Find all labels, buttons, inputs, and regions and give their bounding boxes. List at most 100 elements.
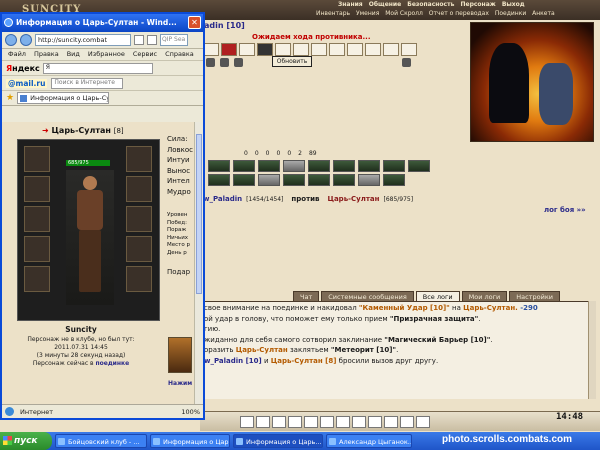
toolbar-icon[interactable] bbox=[352, 415, 366, 428]
opponent-name[interactable]: adin [10] bbox=[204, 21, 245, 30]
toolbar-icon[interactable] bbox=[272, 415, 286, 428]
gloves-slot[interactable] bbox=[126, 206, 152, 232]
earring-slot[interactable] bbox=[126, 146, 152, 172]
window-title-bar[interactable]: Информация о Царь-Султан - Wind... ✕ bbox=[2, 14, 203, 32]
press-link[interactable]: Нажим bbox=[168, 380, 192, 387]
combat-slot[interactable] bbox=[311, 43, 327, 56]
close-button[interactable]: ✕ bbox=[188, 16, 201, 29]
menu-file[interactable]: Файл bbox=[8, 50, 26, 59]
tab-all-logs[interactable]: Все логи bbox=[415, 291, 460, 301]
submenu-profile[interactable]: Анкета bbox=[532, 10, 555, 17]
menu-help[interactable]: Справка bbox=[165, 50, 194, 59]
combat-slot[interactable] bbox=[221, 43, 237, 56]
taskbar-item[interactable]: Информация о Царь... bbox=[150, 434, 230, 448]
gear-icon[interactable] bbox=[402, 58, 411, 67]
gear-icon[interactable] bbox=[234, 58, 243, 67]
zoom-level[interactable]: 100% bbox=[181, 408, 200, 416]
gear-icon[interactable] bbox=[206, 58, 215, 67]
ability-icon[interactable] bbox=[233, 174, 255, 186]
toolbar-icon[interactable] bbox=[400, 415, 414, 428]
live-search-input[interactable]: QIP Sea bbox=[160, 34, 188, 46]
stop-icon[interactable] bbox=[147, 35, 157, 45]
armor-slot[interactable] bbox=[24, 236, 50, 262]
menu-view[interactable]: Вид bbox=[67, 50, 80, 59]
menu-knowledge[interactable]: Знания bbox=[338, 1, 363, 8]
ability-icon[interactable] bbox=[383, 160, 405, 172]
favorites-star-icon[interactable]: ★ bbox=[6, 93, 14, 103]
menu-security[interactable]: Безопасность bbox=[407, 1, 454, 8]
gear-icon[interactable] bbox=[220, 58, 229, 67]
taskbar-item[interactable]: Александр Цыганок... bbox=[326, 434, 412, 448]
scrollbar-thumb[interactable] bbox=[196, 134, 202, 294]
combat-slot[interactable] bbox=[329, 43, 345, 56]
combat-slot[interactable] bbox=[257, 43, 273, 56]
ability-icon[interactable] bbox=[408, 160, 430, 172]
ring-slot[interactable] bbox=[126, 176, 152, 202]
ability-icon[interactable] bbox=[358, 174, 380, 186]
boots-slot[interactable] bbox=[126, 266, 152, 292]
ability-icon[interactable] bbox=[283, 174, 305, 186]
combat-slot[interactable] bbox=[203, 43, 219, 56]
forward-icon[interactable] bbox=[20, 34, 32, 46]
combat-slot[interactable] bbox=[347, 43, 363, 56]
browser-tab-active[interactable]: Информация о Царь-Сул... bbox=[17, 92, 110, 104]
ability-icon[interactable] bbox=[308, 160, 330, 172]
address-input[interactable]: http://suncity.combat bbox=[35, 34, 131, 46]
player-name[interactable]: w_Paladin bbox=[203, 195, 242, 203]
toolbar-icon[interactable] bbox=[336, 415, 350, 428]
menu-tools[interactable]: Сервис bbox=[133, 50, 157, 59]
page-scrollbar[interactable] bbox=[194, 122, 203, 406]
menu-communication[interactable]: Общение bbox=[369, 1, 401, 8]
belt-slot[interactable] bbox=[24, 266, 50, 292]
taskbar-item[interactable]: Информация о Царь... bbox=[233, 434, 323, 448]
combat-slot[interactable] bbox=[383, 43, 399, 56]
refresh-button[interactable]: Обновить bbox=[272, 56, 312, 67]
log-scrollbar[interactable] bbox=[588, 301, 596, 399]
helmet-slot[interactable] bbox=[24, 146, 50, 172]
submenu-my-scroll[interactable]: Мой Скролл bbox=[385, 10, 423, 17]
toolbar-icon[interactable] bbox=[416, 415, 430, 428]
ability-icon[interactable] bbox=[258, 160, 280, 172]
gift-thumbnail[interactable] bbox=[168, 337, 192, 373]
mail-search-input[interactable]: Поиск в Интернете bbox=[51, 77, 124, 89]
ability-icon[interactable] bbox=[233, 160, 255, 172]
menu-edit[interactable]: Правка bbox=[34, 50, 59, 59]
combat-slot[interactable] bbox=[401, 43, 417, 56]
ability-icon[interactable] bbox=[208, 160, 230, 172]
submenu-inventory[interactable]: Инвентарь bbox=[316, 10, 350, 17]
shield-slot[interactable] bbox=[126, 236, 152, 262]
refresh-icon[interactable] bbox=[134, 35, 144, 45]
toolbar-icon[interactable] bbox=[304, 415, 318, 428]
tab-system-messages[interactable]: Системные сообщения bbox=[321, 291, 414, 301]
ability-icon[interactable] bbox=[383, 174, 405, 186]
battle-log-link[interactable]: лог боя »» bbox=[544, 206, 586, 214]
tab-settings[interactable]: Настройки bbox=[509, 291, 560, 301]
submenu-transfers[interactable]: Отчет о переводах bbox=[429, 10, 489, 17]
toolbar-icon[interactable] bbox=[320, 415, 334, 428]
toolbar-icon[interactable] bbox=[384, 415, 398, 428]
yandex-search-input[interactable]: Я bbox=[42, 62, 153, 74]
ability-icon[interactable] bbox=[208, 174, 230, 186]
toolbar-icon[interactable] bbox=[256, 415, 270, 428]
toolbar-icon[interactable] bbox=[288, 415, 302, 428]
ability-icon[interactable] bbox=[358, 160, 380, 172]
start-button[interactable]: пуск bbox=[0, 432, 52, 450]
menu-exit[interactable]: Выход bbox=[502, 1, 525, 8]
submenu-duels[interactable]: Поединки bbox=[495, 10, 526, 17]
weapon-slot[interactable] bbox=[24, 206, 50, 232]
tab-chat[interactable]: Чат bbox=[293, 291, 320, 301]
menu-character[interactable]: Персонаж bbox=[460, 1, 495, 8]
ability-icon[interactable] bbox=[283, 160, 305, 172]
combat-slot[interactable] bbox=[365, 43, 381, 56]
ability-icon[interactable] bbox=[333, 174, 355, 186]
enemy-name[interactable]: Царь-Султан bbox=[327, 195, 379, 203]
ability-icon[interactable] bbox=[258, 174, 280, 186]
ability-icon[interactable] bbox=[308, 174, 330, 186]
combat-slot[interactable] bbox=[239, 43, 255, 56]
tab-my-logs[interactable]: Мои логи bbox=[461, 291, 508, 301]
taskbar-item[interactable]: Бойцовский клуб - ... bbox=[55, 434, 147, 448]
amulet-slot[interactable] bbox=[24, 176, 50, 202]
ability-icon[interactable] bbox=[333, 160, 355, 172]
combat-slot[interactable] bbox=[293, 43, 309, 56]
menu-favorites[interactable]: Избранное bbox=[88, 50, 125, 59]
